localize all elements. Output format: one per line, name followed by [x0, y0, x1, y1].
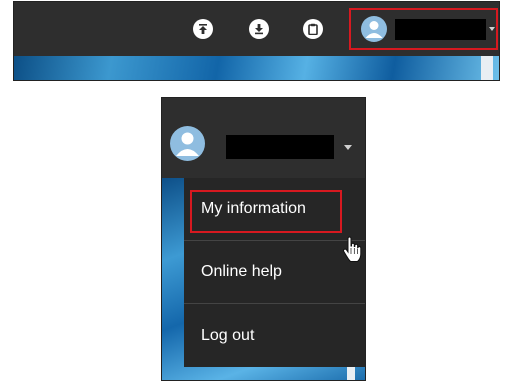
scrollbar: [481, 56, 493, 80]
header-bar: [14, 2, 499, 56]
upload-icon[interactable]: [193, 19, 213, 39]
dropdown-screenshot-panel: My information Online help Log out: [161, 97, 366, 381]
user-menu-toggle[interactable]: [349, 8, 498, 50]
download-icon[interactable]: [249, 19, 269, 39]
caret-down-icon: [489, 27, 495, 31]
caret-down-icon[interactable]: [344, 145, 352, 150]
menu-item-label: Online help: [201, 263, 282, 280]
redacted-username: [226, 135, 334, 159]
redacted-username: [395, 19, 486, 40]
top-screenshot-panel: [13, 1, 500, 81]
highlight-box: [190, 190, 342, 233]
hand-pointer-icon: [341, 236, 363, 264]
user-avatar-icon[interactable]: [170, 126, 205, 161]
header-bar: [162, 98, 365, 178]
user-dropdown-menu: My information Online help Log out: [184, 178, 365, 367]
user-avatar-icon: [361, 16, 387, 42]
menu-item-log-out[interactable]: Log out: [184, 304, 365, 367]
menu-item-online-help[interactable]: Online help: [184, 241, 365, 304]
background-image: [14, 56, 499, 80]
menu-item-label: Log out: [201, 326, 255, 344]
clipboard-icon[interactable]: [303, 19, 323, 39]
